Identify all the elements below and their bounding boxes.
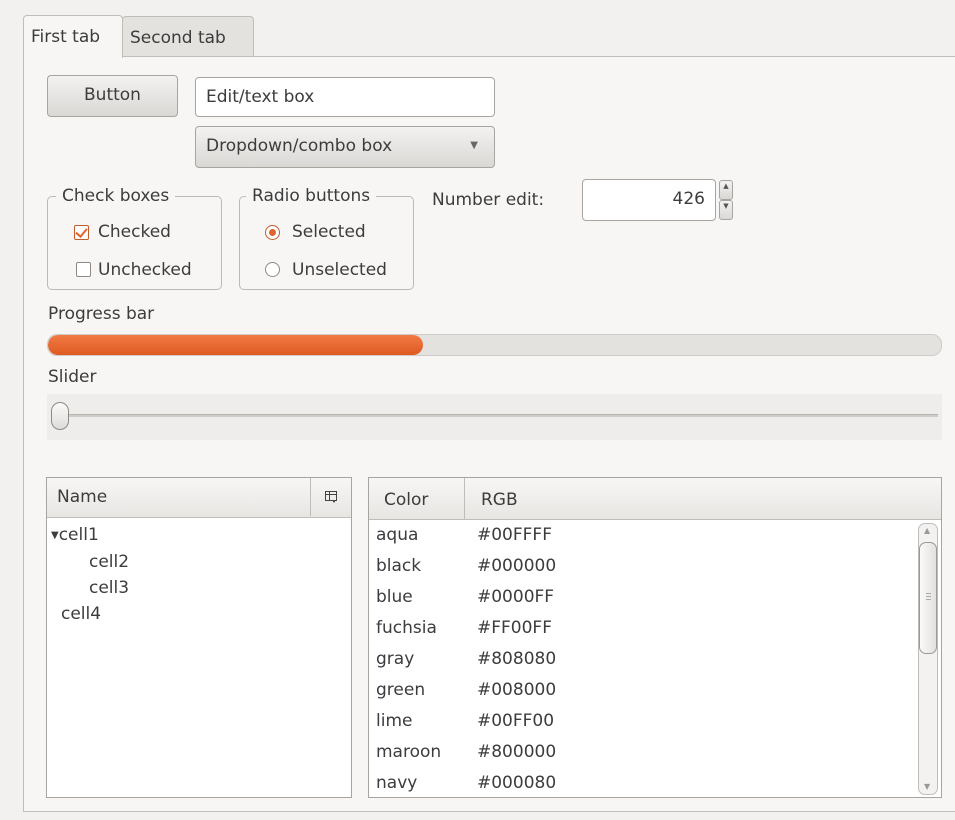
checkbox-group-title: Check boxes: [56, 185, 176, 207]
table-row[interactable]: gray #808080: [369, 644, 941, 675]
spin-down-button[interactable]: ▼: [719, 200, 733, 220]
push-button-label: Button: [84, 85, 141, 105]
checkbox-checked-label: Checked: [98, 222, 171, 242]
table-row[interactable]: maroon #800000: [369, 737, 941, 768]
table-row[interactable]: aqua #00FFFF: [369, 520, 941, 551]
cell-color-name: aqua: [376, 525, 419, 545]
cell-rgb-value: #0000FF: [477, 587, 555, 607]
cell-color-name: gray: [376, 649, 415, 669]
tree-item[interactable]: ▼cell1: [47, 522, 351, 549]
cell-color-name: blue: [376, 587, 413, 607]
slider-label: Slider: [48, 367, 97, 387]
cell-rgb-value: #808080: [477, 649, 557, 669]
cell-color-name: maroon: [376, 742, 442, 762]
tree-header[interactable]: Name: [47, 478, 351, 518]
checkbox-unchecked-label: Unchecked: [98, 260, 192, 280]
radio-unselected-label: Unselected: [292, 260, 387, 280]
tree-item-label: cell4: [61, 604, 102, 624]
slider-track[interactable]: [53, 414, 938, 417]
text-edit-value: Edit/text box: [206, 87, 315, 107]
radio-unselected-dot[interactable]: [265, 262, 280, 277]
tree-item-label: cell3: [89, 578, 130, 598]
cell-rgb-value: #000080: [477, 773, 557, 793]
checkbox-unchecked-box[interactable]: [76, 262, 91, 277]
table-row[interactable]: black #000000: [369, 551, 941, 582]
tab-first[interactable]: First tab: [23, 15, 123, 58]
checkbox-checked-box[interactable]: [74, 225, 89, 240]
table-row[interactable]: lime #00FF00: [369, 706, 941, 737]
table-header: Color RGB: [369, 478, 941, 520]
cell-rgb-value: #800000: [477, 742, 557, 762]
tab-first-label: First tab: [31, 27, 101, 47]
scrollbar-thumb[interactable]: [919, 542, 937, 654]
column-header-color[interactable]: Color: [369, 478, 465, 519]
column-chooser-icon: [325, 491, 337, 503]
progress-bar-label: Progress bar: [48, 304, 155, 324]
cell-rgb-value: #008000: [477, 680, 557, 700]
column-header-color-label: Color: [384, 490, 429, 510]
vertical-scrollbar[interactable]: ▲ ▼: [918, 523, 938, 795]
checkbox-checked[interactable]: Checked: [74, 222, 214, 246]
tree-item[interactable]: cell3: [47, 575, 351, 601]
grip-icon: [926, 593, 931, 594]
tab-second[interactable]: Second tab: [122, 16, 254, 57]
cell-rgb-value: #00FFFF: [477, 525, 552, 545]
scroll-down-icon[interactable]: ▼: [924, 782, 930, 791]
text-edit[interactable]: Edit/text box: [195, 77, 495, 117]
progress-bar: [47, 334, 942, 356]
spin-up-button[interactable]: ▲: [719, 180, 733, 200]
checkbox-unchecked[interactable]: Unchecked: [74, 259, 219, 283]
table-row[interactable]: blue #0000FF: [369, 582, 941, 613]
column-header-rgb-label: RGB: [481, 490, 518, 510]
table-row[interactable]: navy #000080: [369, 768, 941, 797]
column-chooser-button[interactable]: [310, 478, 351, 516]
slider[interactable]: [47, 394, 942, 440]
cell-color-name: lime: [376, 711, 413, 731]
radio-selected[interactable]: Selected: [265, 222, 405, 246]
tree-item-label: cell2: [89, 552, 130, 572]
cell-rgb-value: #FF00FF: [477, 618, 552, 638]
cell-color-name: fuchsia: [376, 618, 437, 638]
color-table[interactable]: Color RGB aqua #00FFFF black #000000 blue #00…: [368, 477, 942, 798]
cell-color-name: black: [376, 556, 422, 576]
tree-body: ▼cell1 cell2 cell3 cell4: [47, 518, 351, 627]
tab-second-label: Second tab: [130, 28, 226, 48]
radio-selected-label: Selected: [292, 222, 366, 242]
number-edit-label: Number edit:: [432, 190, 545, 210]
cell-rgb-value: #00FF00: [477, 711, 555, 731]
combo-box[interactable]: Dropdown/combo box ▼: [195, 126, 495, 168]
number-edit-input[interactable]: 426: [582, 179, 716, 221]
radio-group-title: Radio buttons: [246, 185, 377, 207]
cell-color-name: green: [376, 680, 426, 700]
cell-rgb-value: #000000: [477, 556, 557, 576]
table-row[interactable]: fuchsia #FF00FF: [369, 613, 941, 644]
slider-handle[interactable]: [51, 402, 69, 430]
tree-item[interactable]: cell4: [47, 601, 351, 627]
column-header-rgb[interactable]: RGB: [465, 478, 941, 519]
tree-item-label: cell1: [58, 525, 99, 545]
tree-item[interactable]: cell2: [47, 549, 351, 575]
table-body: aqua #00FFFF black #000000 blue #0000FF fuchsi…: [369, 520, 941, 797]
number-edit-value: 426: [672, 189, 705, 209]
push-button[interactable]: Button: [47, 75, 178, 117]
triangle-down-icon: ▼: [470, 140, 478, 151]
triangle-down-icon[interactable]: ▼: [51, 530, 59, 541]
scroll-up-icon[interactable]: ▲: [924, 526, 930, 535]
table-row[interactable]: green #008000: [369, 675, 941, 706]
tree-view[interactable]: Name ▼cell1 cell2 cell3 cell4: [46, 477, 352, 798]
radio-unselected[interactable]: Unselected: [265, 259, 410, 283]
tree-header-name: Name: [57, 487, 108, 507]
cell-color-name: navy: [376, 773, 418, 793]
combo-box-value: Dropdown/combo box: [206, 136, 393, 156]
radio-selected-dot[interactable]: [265, 225, 280, 240]
progress-bar-fill: [48, 335, 424, 355]
